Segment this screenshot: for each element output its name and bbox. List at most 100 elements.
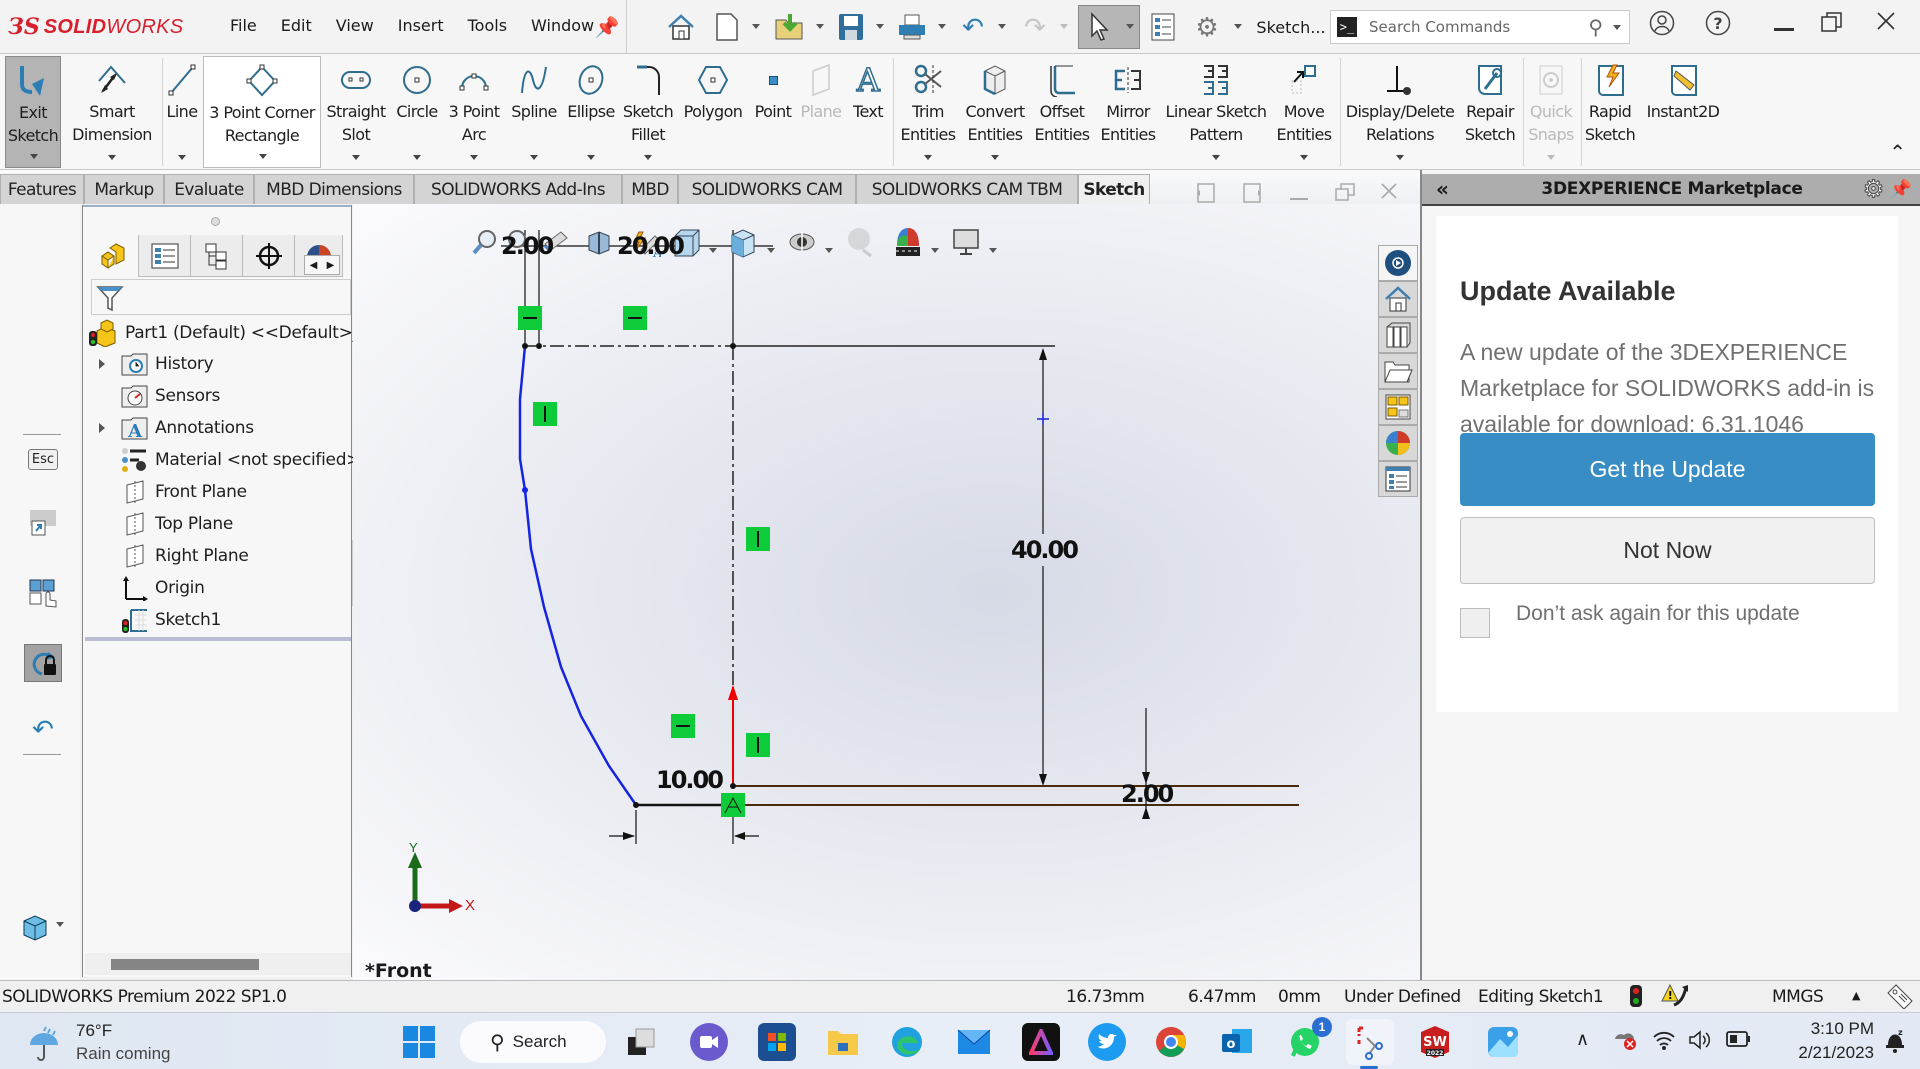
tree-node-top-plane[interactable]: Top Plane xyxy=(121,509,233,539)
tree-node-annotations[interactable]: A Annotations xyxy=(99,413,254,443)
mail-icon[interactable] xyxy=(955,1023,993,1061)
rapid-sketch-button[interactable]: Rapid Sketch xyxy=(1584,56,1636,168)
options-gear-icon[interactable]: ⚙ xyxy=(1190,6,1224,48)
doc-minimize-icon[interactable] xyxy=(1290,184,1308,200)
tab-sketch[interactable]: Sketch xyxy=(1078,174,1150,204)
convert-dropdown[interactable] xyxy=(991,155,999,160)
tree-node-right-plane[interactable]: Right Plane xyxy=(121,541,249,571)
new-document-icon[interactable] xyxy=(712,6,742,48)
tree-node-origin[interactable]: Origin xyxy=(121,573,205,603)
menu-file[interactable]: File xyxy=(218,16,269,35)
tab-scroll-arrows[interactable]: ◀ ▶ xyxy=(304,255,340,275)
dont-ask-again-label[interactable]: Don’t ask again for this update xyxy=(1516,602,1800,626)
tree-node-front-plane[interactable]: Front Plane xyxy=(121,477,247,507)
horizontal-relation-icon[interactable] xyxy=(623,306,647,330)
minimize-icon[interactable] xyxy=(1764,18,1804,31)
graphics-area[interactable]: A 2.00 20.00 40.00 2.00 10.00 Y X *Front xyxy=(353,204,1420,980)
tag-icon[interactable] xyxy=(1886,983,1914,1014)
convert-entities-button[interactable]: Convert Entities xyxy=(962,56,1028,168)
vertical-relation-icon[interactable] xyxy=(746,733,770,757)
horizontal-relation-icon[interactable] xyxy=(518,306,542,330)
rebuild-status-icon[interactable] xyxy=(1629,984,1643,1013)
view-orientation-dropdown[interactable] xyxy=(709,248,717,253)
display-delete-relations-button[interactable]: Display/Delete Relations xyxy=(1342,56,1458,168)
line-button[interactable]: Line xyxy=(164,56,200,168)
apply-scene-dropdown[interactable] xyxy=(931,248,939,253)
spline-button[interactable]: Spline xyxy=(506,56,562,168)
tree-node-material[interactable]: Material <not specified> xyxy=(121,445,360,475)
rectangle-dropdown[interactable] xyxy=(259,154,267,159)
task-view-icon[interactable] xyxy=(622,1023,660,1061)
3dexperience-home-icon[interactable] xyxy=(1378,281,1418,317)
polygon-button[interactable]: Polygon xyxy=(678,56,748,168)
teams-chat-icon[interactable] xyxy=(690,1023,728,1061)
shortcut-bar-icon[interactable] xyxy=(26,506,60,540)
solidworks-2022-icon[interactable]: SW 2022 xyxy=(1416,1023,1454,1061)
pin-menu-icon[interactable]: 📌 xyxy=(592,6,622,48)
view-cube-icon[interactable] xyxy=(18,910,52,944)
onedrive-error-icon[interactable] xyxy=(1612,1027,1638,1056)
move-dropdown[interactable] xyxy=(1300,155,1308,160)
dimension-40-00[interactable]: 40.00 xyxy=(1011,536,1079,564)
photos-icon[interactable] xyxy=(1484,1023,1522,1061)
tab-solidworks-add-ins[interactable]: SOLIDWORKS Add-Ins xyxy=(414,174,622,204)
horizontal-scrollbar[interactable] xyxy=(85,953,351,975)
sketch-canvas[interactable] xyxy=(353,204,1420,980)
coincident-relation-icon[interactable] xyxy=(721,793,745,817)
pane-settings-gear-icon[interactable]: ⚙ xyxy=(1862,175,1885,204)
menu-tools[interactable]: Tools xyxy=(456,16,519,35)
start-button-icon[interactable] xyxy=(400,1023,438,1061)
rebuild-warning-icon[interactable]: ! xyxy=(1660,983,1692,1014)
circle-button[interactable]: Circle xyxy=(392,56,442,168)
select-dropdown[interactable] xyxy=(1126,24,1134,29)
open-icon[interactable] xyxy=(772,6,808,48)
configuration-manager-tab-icon[interactable] xyxy=(191,235,243,277)
options-dropdown[interactable] xyxy=(1234,24,1242,29)
slot-dropdown[interactable] xyxy=(352,155,360,160)
expand-arrow-icon[interactable] xyxy=(99,359,105,369)
new-dropdown[interactable] xyxy=(752,24,760,29)
straight-slot-button[interactable]: Straight Slot xyxy=(324,56,388,168)
expand-arrow-icon[interactable] xyxy=(99,423,105,433)
solidworks-logo[interactable]: ЗS SOLIDWORKS xyxy=(8,12,183,42)
linear-sketch-pattern-button[interactable]: Linear Sketch Pattern xyxy=(1162,56,1270,168)
view-cube-dropdown[interactable] xyxy=(56,922,64,927)
display-manager-tab-icon[interactable]: ◀ ▶ xyxy=(295,235,343,277)
weather-temperature[interactable]: 76°F xyxy=(76,1021,112,1041)
collapse-ribbon-icon[interactable]: ⌃ xyxy=(1889,140,1906,165)
menu-view[interactable]: View xyxy=(324,16,386,35)
edge-browser-icon[interactable] xyxy=(888,1023,926,1061)
view-palette-icon[interactable] xyxy=(1378,389,1418,425)
tab-features[interactable]: Features xyxy=(0,174,84,204)
volume-icon[interactable] xyxy=(1688,1029,1712,1056)
tab-markup[interactable]: Markup xyxy=(84,174,164,204)
mirror-entities-button[interactable]: Mirror Entities xyxy=(1096,56,1160,168)
dimension-10-00[interactable]: 10.00 xyxy=(656,766,724,794)
taskbar-search[interactable]: ⚲ Search xyxy=(460,1021,606,1063)
appearances-icon[interactable] xyxy=(1378,425,1418,461)
circle-dropdown[interactable] xyxy=(413,155,421,160)
dimension-2-00-top[interactable]: 2.00 xyxy=(501,232,554,260)
pin-pane-icon[interactable]: 📌 xyxy=(1890,179,1912,200)
arc-dropdown[interactable] xyxy=(470,155,478,160)
tab-evaluate[interactable]: Evaluate xyxy=(164,174,254,204)
menu-insert[interactable]: Insert xyxy=(386,16,456,35)
whatsapp-icon[interactable]: 1 xyxy=(1286,1017,1332,1061)
clock-date[interactable]: 2/21/2023 xyxy=(1774,1043,1874,1063)
snipping-tool-icon[interactable] xyxy=(1346,1019,1394,1069)
clock-time[interactable]: 3:10 PM xyxy=(1774,1019,1874,1039)
adobe-express-icon[interactable] xyxy=(1022,1023,1060,1061)
selection-filter-icon[interactable] xyxy=(26,576,60,610)
tree-filter[interactable] xyxy=(91,279,351,315)
battery-icon[interactable] xyxy=(1726,1029,1752,1054)
exit-sketch-dropdown[interactable] xyxy=(30,154,38,159)
dimxpert-tab-icon[interactable] xyxy=(243,235,295,277)
scroll-right-icon[interactable]: ▶ xyxy=(327,260,335,271)
trim-dropdown[interactable] xyxy=(924,155,932,160)
get-the-update-button[interactable]: Get the Update xyxy=(1460,433,1875,506)
tab-mbd[interactable]: MBD xyxy=(622,174,678,204)
sketch-state[interactable]: Under Defined xyxy=(1344,987,1461,1007)
home-icon[interactable] xyxy=(662,6,700,48)
feature-manager-tab-icon[interactable] xyxy=(87,235,139,277)
ellipse-dropdown[interactable] xyxy=(587,155,595,160)
